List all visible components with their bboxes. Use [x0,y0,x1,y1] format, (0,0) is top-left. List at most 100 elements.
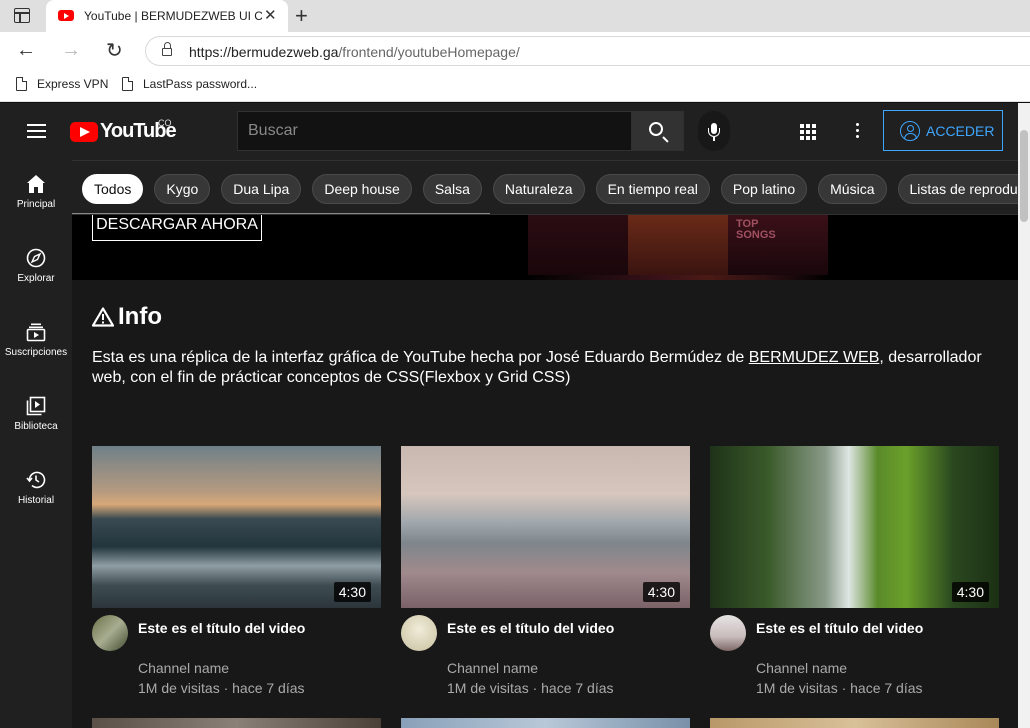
browser-tab-strip: YouTube | BERMUDEZWEB UI CLONE ✕ + [0,0,1030,32]
video-meta: 1M de visitas · hace 7 días [756,680,923,696]
channel-name[interactable]: Channel name [138,660,229,676]
video-duration: 4:30 [642,582,680,602]
youtube-play-icon [70,121,98,142]
close-tab-icon[interactable]: ✕ [264,6,277,24]
user-circle-icon [900,120,920,141]
chip-kygo[interactable]: Kygo [154,174,211,204]
sidebar: Principal Explorar Suscripciones Bibliot… [0,160,72,728]
video-meta: 1M de visitas · hace 7 días [447,680,614,696]
sidebar-item-biblioteca[interactable]: Biblioteca [0,382,72,456]
video-thumbnail-next-row[interactable] [401,718,690,728]
more-options-icon[interactable] [856,123,859,139]
apps-grid-icon[interactable] [800,124,816,140]
sign-in-label: ACCEDER [926,122,995,139]
country-code: CO [158,118,172,128]
bookmark-lastpass[interactable]: LastPass password... [122,76,258,91]
masthead: YouTube CO ACCEDER [0,103,1018,160]
browser-tab[interactable]: YouTube | BERMUDEZWEB UI CLONE ✕ [46,0,288,32]
video-thumbnail-next-row[interactable] [710,718,999,728]
info-section: Info Esta es una réplica de la interfaz … [72,280,1018,440]
page-icon [122,76,134,91]
video-title[interactable]: Este es el título del video [756,620,923,636]
video-grid: 4:30 Este es el título del video Channel… [72,440,1018,728]
bookmark-label: Express VPN [37,77,109,91]
filter-chip-bar: Todos Kygo Dua Lipa Deep house Salsa Nat… [72,160,1018,215]
search-input[interactable] [238,112,631,150]
subscriptions-icon [26,323,46,342]
search-box [237,111,632,151]
video-card[interactable]: 4:30 Este es el título del video Channel… [92,446,381,696]
download-now-button[interactable]: DESCARGAR AHORA [92,215,262,241]
youtube-app: YouTube CO ACCEDER Principal [0,103,1030,728]
back-arrow-icon[interactable]: ← [16,39,36,62]
address-bar: ← → ↻ https://bermudezweb.ga/frontend/yo… [0,32,1030,70]
info-heading: Info [92,303,162,331]
chip-salsa[interactable]: Salsa [422,174,482,204]
sign-in-button[interactable]: ACCEDER [883,110,1003,151]
url-text[interactable]: https://bermudezweb.ga/frontend/youtubeH… [189,44,520,60]
youtube-favicon-icon [58,10,74,21]
chip-listas-de-reproduccion[interactable]: Listas de reproducción [897,174,1018,204]
bookmark-label: LastPass password... [143,77,258,91]
sidebar-item-principal[interactable]: Principal [0,160,72,234]
video-card[interactable]: 4:30 Este es el título del video Channel… [401,446,690,696]
video-card[interactable]: 4:30 Este es el título del video Channel… [710,446,999,696]
info-title: Info [118,303,162,330]
video-duration: 4:30 [951,582,989,602]
youtube-logo[interactable]: YouTube CO [70,118,177,143]
video-meta: 1M de visitas · hace 7 días [138,680,305,696]
forward-arrow-icon[interactable]: → [61,39,81,62]
page-icon [16,76,28,91]
bermudez-web-link[interactable]: BERMUDEZ WEB [749,349,880,366]
chip-musica[interactable]: Música [818,174,887,204]
voice-search-button[interactable] [698,111,730,151]
page-scrollbar[interactable] [1018,103,1030,728]
sidebar-item-explorar[interactable]: Explorar [0,234,72,308]
video-title[interactable]: Este es el título del video [447,620,614,636]
scrollbar-thumb[interactable] [1020,130,1028,222]
video-thumbnail[interactable]: 4:30 [92,446,381,608]
chip-deep-house[interactable]: Deep house [312,174,412,204]
compass-icon [26,248,46,268]
chip-naturaleza[interactable]: Naturaleza [492,174,585,204]
banner-artwork: TOP SONGS [528,215,828,280]
bookmark-express-vpn[interactable]: Express VPN [16,76,109,91]
sidebar-item-label: Biblioteca [14,421,58,432]
tab-title: YouTube | BERMUDEZWEB UI CLONE [84,9,262,23]
sidebar-item-label: Historial [17,495,55,506]
search-button[interactable] [631,111,684,151]
channel-avatar[interactable] [401,615,437,651]
video-thumbnail-next-row[interactable] [92,718,381,728]
bookmarks-bar: Express VPN LastPass password... [0,70,1030,102]
sidebar-item-label: Suscripciones [4,347,68,358]
promo-banner: TOP SONGS DESCARGAR AHORA [72,215,1018,280]
chip-list: Todos Kygo Dua Lipa Deep house Salsa Nat… [82,174,1018,204]
url-field[interactable]: https://bermudezweb.ga/frontend/youtubeH… [145,36,1030,66]
video-duration: 4:30 [333,582,371,602]
lock-icon[interactable] [162,42,172,56]
video-thumbnail[interactable]: 4:30 [401,446,690,608]
channel-avatar[interactable] [92,615,128,651]
info-description: Esta es una réplica de la interfaz gráfi… [92,349,982,386]
chip-pop-latino[interactable]: Pop latino [720,174,808,204]
chip-todos[interactable]: Todos [82,174,144,204]
video-title[interactable]: Este es el título del video [138,620,305,636]
chip-en-tiempo-real[interactable]: En tiempo real [595,174,710,204]
warning-icon [92,307,114,327]
banner-art-text: TOP SONGS [736,218,776,241]
sidebar-toggle-icon[interactable] [14,8,30,23]
channel-name[interactable]: Channel name [756,660,847,676]
channel-name[interactable]: Channel name [447,660,538,676]
video-thumbnail[interactable]: 4:30 [710,446,999,608]
library-icon [26,396,46,416]
sidebar-item-historial[interactable]: Historial [0,456,72,530]
chip-dua-lipa[interactable]: Dua Lipa [221,174,302,204]
menu-icon[interactable] [27,124,46,138]
home-icon [27,175,45,193]
reload-icon[interactable]: ↻ [106,38,123,63]
new-tab-icon[interactable]: + [295,3,308,29]
history-icon [26,471,46,489]
channel-avatar[interactable] [710,615,746,651]
sidebar-item-label: Explorar [17,273,55,284]
sidebar-item-suscripciones[interactable]: Suscripciones [0,308,72,382]
